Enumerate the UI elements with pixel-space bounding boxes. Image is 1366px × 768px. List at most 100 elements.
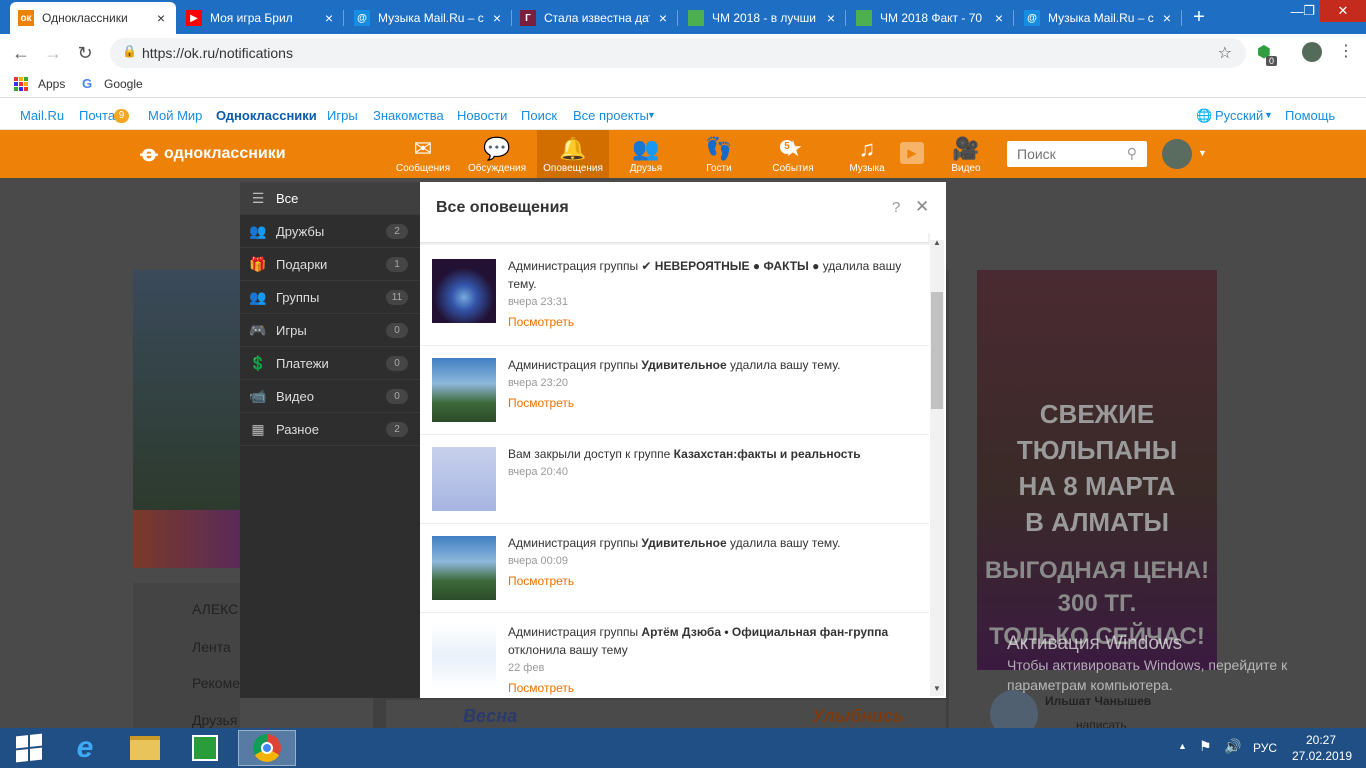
link-pochta[interactable]: Почта [79,108,115,123]
bookmark-star-icon[interactable]: ☆ [1218,43,1232,63]
panel-title: Все оповещения [436,199,569,216]
tab-close-icon[interactable]: × [656,10,670,26]
maximize-button[interactable]: ❐ [1297,0,1321,22]
back-icon[interactable]: ← [8,40,34,66]
tab-close-icon[interactable]: × [824,10,838,26]
link-znakomstva[interactable]: Знакомства [373,108,444,123]
scrollbar-thumb[interactable] [931,292,943,409]
ie-icon[interactable]: e [56,730,114,766]
link-poisk[interactable]: Поиск [521,108,557,123]
notification-text-pre: Администрация группы [508,259,642,273]
scroll-up-icon[interactable]: ▲ [933,238,941,247]
browser-tab[interactable]: @ Музыка Mail.Ru – с × [346,2,512,34]
nav-music[interactable]: ♫ Музыка [831,130,903,178]
forward-icon[interactable]: → [40,40,66,66]
scroll-down-icon[interactable]: ▼ [933,684,941,693]
notification-thumbnail[interactable] [432,625,496,689]
sidebar-item-groups[interactable]: 👥 Группы 11 [240,281,420,314]
link-igry[interactable]: Игры [327,108,358,123]
start-button[interactable] [0,730,58,766]
explorer-icon[interactable] [116,730,174,766]
close-window-button[interactable]: ✕ [1320,0,1366,22]
search-input[interactable] [1007,141,1117,167]
tab-close-icon[interactable]: × [490,10,504,26]
bookmark-google[interactable]: Google [104,77,143,91]
notification-group-link[interactable]: Артём Дзюба • Официальная фан-группа [641,625,888,639]
store-icon[interactable] [176,730,234,766]
link-help[interactable]: Помощь [1285,108,1335,123]
browser-tab[interactable]: ЧМ 2018 Факт - 70 × [848,2,1014,34]
ok-logo[interactable]: одноклассники [164,145,286,163]
browser-tab[interactable]: ЧМ 2018 - в лучши × [680,2,846,34]
help-icon[interactable]: ? [892,199,900,216]
flag-icon[interactable]: ⚑ [1199,738,1212,755]
notification-thumbnail[interactable] [432,358,496,422]
browser-tab[interactable]: Г Стала известна дат × [512,2,678,34]
language-select[interactable]: Русский [1215,108,1263,123]
address-bar[interactable]: 🔒 https://ok.ru/notifications ☆ [110,38,1246,68]
new-tab-button[interactable]: + [1188,6,1210,28]
clock-date[interactable]: 27.02.2019 [1292,749,1352,763]
sidebar-item-friendships[interactable]: 👥 Дружбы 2 [240,215,420,248]
video-play-icon[interactable]: ▶ [900,142,924,164]
sidebar-item-gifts[interactable]: 🎁 Подарки 1 [240,248,420,281]
tab-close-icon[interactable]: × [322,10,336,26]
notification-thumbnail[interactable] [432,536,496,600]
notification-group-link[interactable]: Казахстан:факты и реальность [674,447,861,461]
view-link[interactable]: Посмотреть [508,315,574,329]
link-moy-mir[interactable]: Мой Мир [148,108,202,123]
view-link[interactable]: Посмотреть [508,396,574,410]
nav-friends[interactable]: 👥 Друзья [610,130,682,178]
notification-group-link[interactable]: Удивительное [641,358,726,372]
bookmark-apps[interactable]: Apps [38,77,65,91]
browser-tab[interactable]: @ Музыка Mail.Ru – с × [1016,2,1182,34]
chrome-taskbar-icon[interactable] [238,730,296,766]
notification-thumbnail[interactable] [432,447,496,511]
nav-messages[interactable]: ✉ Сообщения [387,130,459,178]
language-indicator[interactable]: РУС [1253,741,1277,755]
search-icon[interactable]: ⚲ [1127,145,1137,162]
link-odnoklassniki[interactable]: Одноклассники [216,108,317,123]
view-link[interactable]: Посмотреть [508,681,574,695]
apps-icon[interactable] [14,77,28,91]
close-icon[interactable]: ✕ [915,197,929,217]
notification-divider [420,523,929,524]
reload-icon[interactable]: ↻ [72,40,98,66]
profile-avatar[interactable] [1302,42,1322,62]
user-avatar[interactable] [1162,139,1192,169]
volume-icon[interactable]: 🔊 [1224,738,1241,755]
chrome-menu-icon[interactable]: ⋮ [1338,41,1354,61]
games-icon: 🎮 [249,321,267,338]
browser-tab[interactable]: ок Одноклассники × [10,2,176,34]
sidebar-item-games[interactable]: 🎮 Игры 0 [240,314,420,347]
tab-close-icon[interactable]: × [154,10,168,26]
notification-time: вчера 23:20 [508,377,569,389]
nav-events[interactable]: ★События [757,130,829,178]
chevron-down-icon[interactable]: ▼ [1198,148,1207,158]
notification-divider [420,612,929,613]
nav-guests[interactable]: 👣 Гости [683,130,755,178]
ok-logo-icon[interactable]: ꝋ [140,140,158,168]
notification-group-link[interactable]: ✔ НЕВЕРОЯТНЫЕ ● ФАКТЫ ● [641,259,819,273]
tab-close-icon[interactable]: × [992,10,1006,26]
notification-text-pre: Вам закрыли доступ к группе [508,447,674,461]
view-link[interactable]: Посмотреть [508,574,574,588]
search-box[interactable]: ⚲ [1007,141,1147,167]
notification-thumbnail[interactable] [432,259,496,323]
nav-discussions[interactable]: 💬 Обсуждения [461,130,533,178]
sidebar-item-misc[interactable]: ▦ Разное 2 [240,413,420,446]
link-vse-proekty[interactable]: Все проекты [573,108,649,123]
browser-tab[interactable]: ▶ Моя игра Брил × [178,2,344,34]
friendships-icon: 👥 [249,222,267,239]
clock-time[interactable]: 20:27 [1306,733,1336,747]
link-novosti[interactable]: Новости [457,108,507,123]
sidebar-item-payments[interactable]: 💲 Платежи 0 [240,347,420,380]
link-mailru[interactable]: Mail.Ru [20,108,64,123]
sidebar-item-video[interactable]: 📹 Видео 0 [240,380,420,413]
nav-video[interactable]: 🎥 Видео [930,130,1002,178]
sidebar-item-all[interactable]: ☰ Все [240,182,420,215]
nav-notifications[interactable]: 🔔 Оповещения [537,130,609,178]
tray-chevron-icon[interactable]: ▲ [1178,741,1187,751]
notification-group-link[interactable]: Удивительное [641,536,726,550]
tab-close-icon[interactable]: × [1160,10,1174,26]
